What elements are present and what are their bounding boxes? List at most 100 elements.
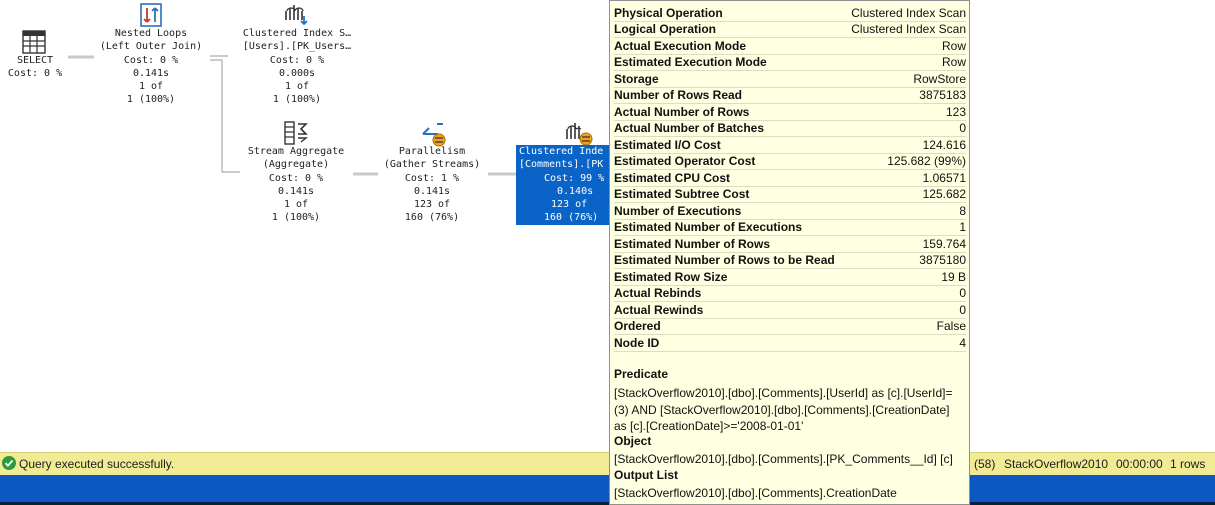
property-row: Number of Rows Read 3875183 — [614, 88, 966, 104]
plan-node-line: Clustered Index S… — [242, 28, 352, 39]
plan-node-line: Cost: 1 % — [404, 172, 460, 184]
property-value: 0 — [959, 302, 966, 317]
property-value: RowStore — [913, 71, 966, 86]
property-value: Row — [941, 38, 966, 53]
property-value: 0 — [959, 121, 966, 136]
property-name: Actual Execution Mode — [614, 38, 747, 53]
property-row: Physical Operation Clustered Index Scan — [614, 5, 966, 22]
plan-node-line: Cost: 99 % — [516, 171, 609, 185]
property-name: Estimated I/O Cost — [614, 137, 721, 152]
plan-node-line: Cost: 0 % — [269, 54, 325, 66]
plan-node-line: Parallelism — [398, 146, 466, 157]
property-name: Node ID — [614, 335, 660, 350]
property-name: Actual Rebinds — [614, 286, 702, 301]
property-row: Actual Number of Rows 123 — [614, 104, 966, 121]
status-database: StackOverflow2010 — [1004, 457, 1109, 471]
property-name: Estimated Number of Rows to be Read — [614, 253, 835, 268]
operator-properties-list: Physical Operation Clustered Index Scan Lo… — [614, 5, 966, 352]
property-name: Estimated Execution Mode — [614, 55, 767, 70]
predicate-line: (3) AND [StackOverflow2010].[dbo].[Comme… — [614, 402, 950, 417]
output-list-text: [StackOverflow2010].[dbo].[Comments].Cre… — [614, 486, 897, 500]
property-row: Ordered False — [614, 319, 966, 335]
plan-node-line: Nested Loops — [114, 28, 188, 39]
property-row: Actual Rebinds 0 — [614, 286, 966, 302]
property-value: Row — [941, 55, 966, 70]
plan-node-line: 1 of — [138, 81, 164, 93]
property-name: Storage — [614, 71, 659, 86]
property-value: 8 — [959, 203, 966, 218]
property-value: 1 — [959, 220, 966, 235]
property-value: 125.682 (99%) — [887, 154, 966, 169]
plan-node-nested-loops[interactable]: Nested Loops (Left Outer Join) Cost: 0 %… — [90, 27, 212, 107]
plan-node-line: [Comments].[PK — [516, 158, 609, 172]
plan-node-clustered-index-scan-users[interactable]: Clustered Index S… [Users].[PK_Users… Co… — [232, 27, 362, 107]
execution-plan-canvas: SELECT Cost: 0 % Nested Loops (Left Oute… — [0, 0, 1215, 452]
plan-node-line: Clustered Inde — [516, 145, 609, 159]
property-row: Estimated Number of Rows to be Read 38751… — [614, 253, 966, 269]
predicate-line: as [c].[CreationDate]>='2008-01-01' — [614, 419, 804, 433]
plan-node-line: 1 (100%) — [126, 94, 176, 106]
property-value: False — [936, 319, 966, 334]
property-name: Actual Number of Rows — [614, 104, 750, 119]
plan-node-line: 123 of — [413, 199, 451, 211]
property-row: Actual Rewinds 0 — [614, 302, 966, 319]
property-value: 123 — [945, 104, 966, 119]
property-name: Number of Rows Read — [614, 88, 743, 103]
property-row: Estimated Subtree Cost 125.682 — [614, 187, 966, 203]
property-row: Node ID 4 — [614, 335, 966, 352]
property-row: Logical Operation Clustered Index Scan — [614, 22, 966, 38]
object-text: [StackOverflow2010].[dbo].[Comments].[PK… — [614, 452, 953, 466]
success-check-icon — [2, 456, 16, 470]
property-name: Estimated CPU Cost — [614, 170, 731, 185]
property-value: Clustered Index Scan — [851, 22, 966, 37]
property-value: 3875183 — [919, 88, 966, 103]
object-heading: Object — [614, 434, 652, 448]
property-value: 0 — [959, 286, 966, 301]
output-list-heading: Output List — [614, 468, 678, 482]
plan-node-line: Cost: 0 % — [7, 68, 63, 80]
property-name: Estimated Number of Executions — [614, 220, 803, 235]
property-name: Ordered — [614, 319, 661, 334]
property-value: 125.682 — [922, 187, 966, 202]
plan-node-line: (Aggregate) — [262, 159, 330, 171]
property-row: Storage RowStore — [614, 71, 966, 88]
status-message: Query executed successfully. — [19, 457, 175, 471]
plan-node-line: SELECT — [16, 55, 54, 66]
plan-node-line: 0.141s — [132, 67, 170, 79]
property-value: 124.616 — [922, 137, 966, 152]
property-row: Estimated Number of Executions 1 — [614, 220, 966, 236]
property-name: Actual Number of Batches — [614, 121, 765, 136]
property-row: Estimated Execution Mode Row — [614, 55, 966, 71]
window-status-strip — [0, 475, 1215, 505]
plan-node-line: 0.140s — [516, 184, 609, 199]
property-row: Number of Executions 8 — [614, 203, 966, 220]
plan-node-line: (Left Outer Join) — [99, 41, 203, 53]
plan-node-clustered-index-scan-comments[interactable]: Clustered Inde [Comments].[PK Cost: 99 %… — [516, 145, 609, 225]
plan-node-line: 160 (76%) — [516, 211, 609, 225]
property-name: Estimated Number of Rows — [614, 236, 771, 251]
status-elapsed: 00:00:00 — [1116, 457, 1163, 471]
property-name: Estimated Subtree Cost — [614, 187, 750, 202]
property-name: Estimated Operator Cost — [614, 154, 756, 169]
plan-node-line: 123 of — [516, 198, 609, 212]
predicate-heading: Predicate — [614, 367, 669, 381]
operator-properties-tooltip: Physical Operation Clustered Index Scan Lo… — [609, 0, 970, 505]
property-name: Logical Operation — [614, 22, 717, 37]
property-name: Physical Operation — [614, 5, 723, 20]
property-row: Actual Execution Mode Row — [614, 38, 966, 55]
plan-node-line: Cost: 0 % — [123, 54, 179, 66]
plan-node-parallelism[interactable]: Parallelism (Gather Streams) Cost: 1 % 0… — [372, 145, 492, 225]
property-value: Clustered Index Scan — [851, 5, 966, 20]
property-name: Estimated Row Size — [614, 269, 728, 284]
property-row: Estimated I/O Cost 124.616 — [614, 137, 966, 154]
plan-node-stream-aggregate[interactable]: Stream Aggregate (Aggregate) Cost: 0 % 0… — [236, 145, 356, 225]
status-rows: 1 rows — [1170, 457, 1206, 471]
property-row: Estimated Number of Rows 159.764 — [614, 236, 966, 253]
status-session: (58) — [974, 457, 996, 471]
property-value: 4 — [959, 335, 966, 350]
plan-node-line: 1 of — [284, 81, 310, 93]
plan-node-line: (Gather Streams) — [383, 159, 481, 171]
plan-node-line: Stream Aggregate — [247, 146, 345, 157]
property-row: Actual Number of Batches 0 — [614, 121, 966, 137]
plan-node-select[interactable]: SELECT Cost: 0 % — [0, 54, 70, 81]
